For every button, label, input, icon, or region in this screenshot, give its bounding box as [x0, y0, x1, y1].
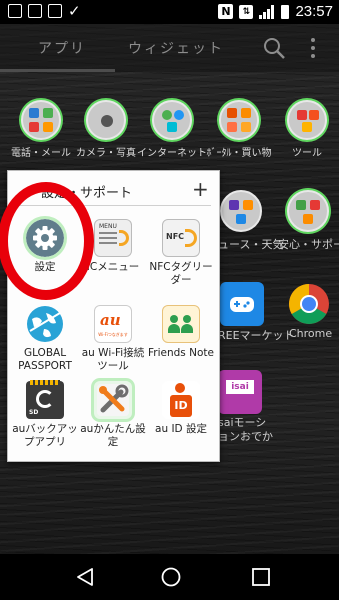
tab-apps[interactable]: アプリ [38, 38, 86, 58]
notification-icons: ✓ [8, 2, 81, 20]
active-tab-indicator [0, 69, 115, 72]
menu-icon: MENU [94, 219, 132, 257]
folder-label: ﾎﾞｰﾀﾙ・買い物 [206, 148, 272, 159]
app-au-wifi[interactable]: au Wi-Fiつなぎます au Wi-Fi接続ツール [78, 301, 148, 381]
folder-label: ツール [292, 148, 322, 159]
globe-icon [27, 306, 63, 342]
folder-internet[interactable] [152, 100, 192, 140]
app-label: au ID 設定 [155, 423, 207, 435]
tools-icon [94, 381, 132, 419]
app-au-easy-settings[interactable]: auかんたん設定 [78, 377, 148, 457]
folder-phone-mail[interactable] [21, 100, 61, 140]
highlight-ring [0, 182, 94, 300]
app-friends-note[interactable]: Friends Note [146, 301, 216, 381]
tab-widgets[interactable]: ウィジェット [128, 38, 224, 58]
system-status-icons: N ⇅ 23:57 [218, 3, 333, 20]
recents-icon[interactable] [251, 567, 271, 587]
navigation-bar [0, 554, 339, 600]
app-nfc-tag-reader[interactable]: NFC NFCタグリーダー [146, 215, 216, 295]
icon-caption: MENU [99, 223, 117, 230]
id-icon: ID [162, 381, 200, 419]
add-icon[interactable]: + [192, 179, 209, 199]
signal-icon [259, 4, 275, 19]
icon-caption: ID [170, 395, 192, 417]
folder-camera-photo[interactable] [86, 100, 126, 140]
clock: 23:57 [295, 3, 333, 20]
status-bar: ✓ N ⇅ 23:57 [0, 0, 339, 24]
home-screen: ✓ N ⇅ 23:57 アプリ ウィジェット 電話・メール カメラ・写真 インタ… [0, 0, 339, 600]
nfc-status-icon: N [218, 4, 234, 19]
folder-tools[interactable] [287, 100, 327, 140]
folder-news-weather[interactable] [220, 190, 262, 232]
isai-motion-icon[interactable]: isai [218, 370, 262, 414]
data-saver-icon: ⇅ [239, 4, 254, 19]
app-global-passport[interactable]: GLOBAL PASSPORT [10, 301, 80, 381]
folder-label: カメラ・写真 [76, 148, 136, 159]
app-au-backup[interactable]: SD auバックアップアプリ [10, 377, 80, 457]
nfc-icon: NFC [162, 219, 200, 257]
overflow-menu-icon[interactable] [310, 38, 316, 58]
app-au-id-settings[interactable]: ID au ID 設定 [146, 377, 216, 457]
icon-caption: NFC [166, 232, 185, 241]
app-label: auかんたん設定 [80, 423, 146, 448]
folder-label: ュース・天気 [218, 238, 284, 251]
folder-label: インターネット [137, 148, 207, 159]
folder-portal-shopping[interactable] [219, 100, 259, 140]
drawer-tab-bar: アプリ ウィジェット [0, 24, 339, 72]
folder-label: 安心・サポート [278, 238, 339, 251]
friends-icon [162, 305, 200, 343]
back-icon[interactable] [74, 566, 96, 588]
app-label: auバックアップアプリ [12, 423, 78, 448]
chrome-icon[interactable] [287, 282, 331, 326]
sd-backup-icon: SD [26, 380, 64, 419]
icon-caption: SD [29, 409, 39, 416]
app-label: Chrome [289, 327, 333, 340]
notification-icon-1 [8, 4, 22, 18]
search-icon[interactable] [262, 36, 286, 60]
home-icon[interactable] [160, 566, 182, 588]
folder-label: 電話・メール [11, 148, 71, 159]
app-label: GLOBAL PASSPORT [18, 347, 72, 372]
image-notification-icon [28, 4, 42, 18]
folder-safety-support[interactable] [287, 190, 329, 232]
app-label: au Wi-Fi接続ツール [81, 347, 145, 372]
game-market-icon[interactable] [220, 282, 264, 326]
icon-caption: Wi-Fiつなぎます [98, 332, 128, 337]
au-wifi-icon: au Wi-Fiつなぎます [94, 305, 132, 343]
app-label: ョンおでか [218, 430, 273, 443]
check-icon: ✓ [68, 2, 81, 20]
app-label: REEマーケット [218, 329, 295, 342]
message-notification-icon [48, 4, 62, 18]
app-label: Friends Note [148, 347, 214, 359]
icon-caption: au [100, 311, 121, 329]
battery-icon [281, 4, 290, 19]
app-label: NFCタグリーダー [149, 261, 213, 286]
